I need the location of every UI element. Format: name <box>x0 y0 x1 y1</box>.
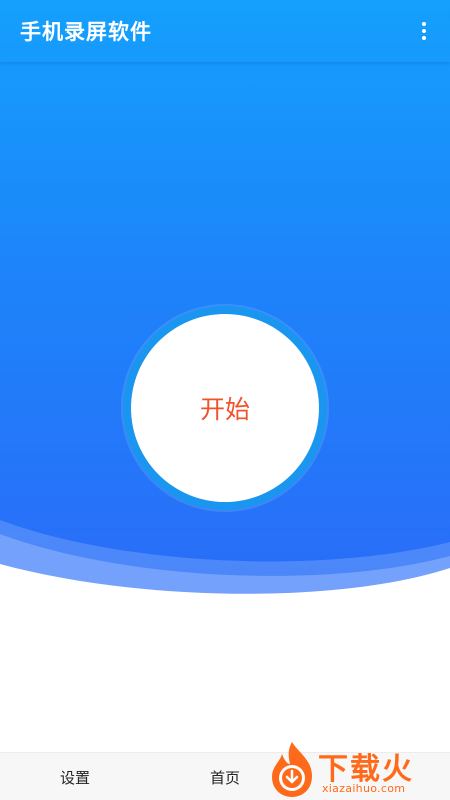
start-button-ring: 开始 <box>123 306 327 510</box>
app-screen: 手机录屏软件 开始 设置 首页 下载火 xiazaihuo.com <box>0 0 450 800</box>
wave-decoration <box>0 520 450 620</box>
nav-item-settings[interactable]: 设置 <box>25 753 125 800</box>
nav-item-home[interactable]: 首页 <box>175 753 275 800</box>
watermark-url: xiazaihuo.com <box>322 782 406 795</box>
start-recording-button[interactable]: 开始 <box>131 314 319 502</box>
more-vert-icon[interactable] <box>414 16 434 46</box>
app-title: 手机录屏软件 <box>20 20 152 44</box>
start-button-label: 开始 <box>199 395 250 424</box>
hero-background <box>0 0 450 600</box>
app-bar: 手机录屏软件 <box>0 0 450 62</box>
watermark-logo: 下载火 xiazaihuo.com <box>262 738 450 800</box>
flame-download-icon <box>272 742 312 797</box>
